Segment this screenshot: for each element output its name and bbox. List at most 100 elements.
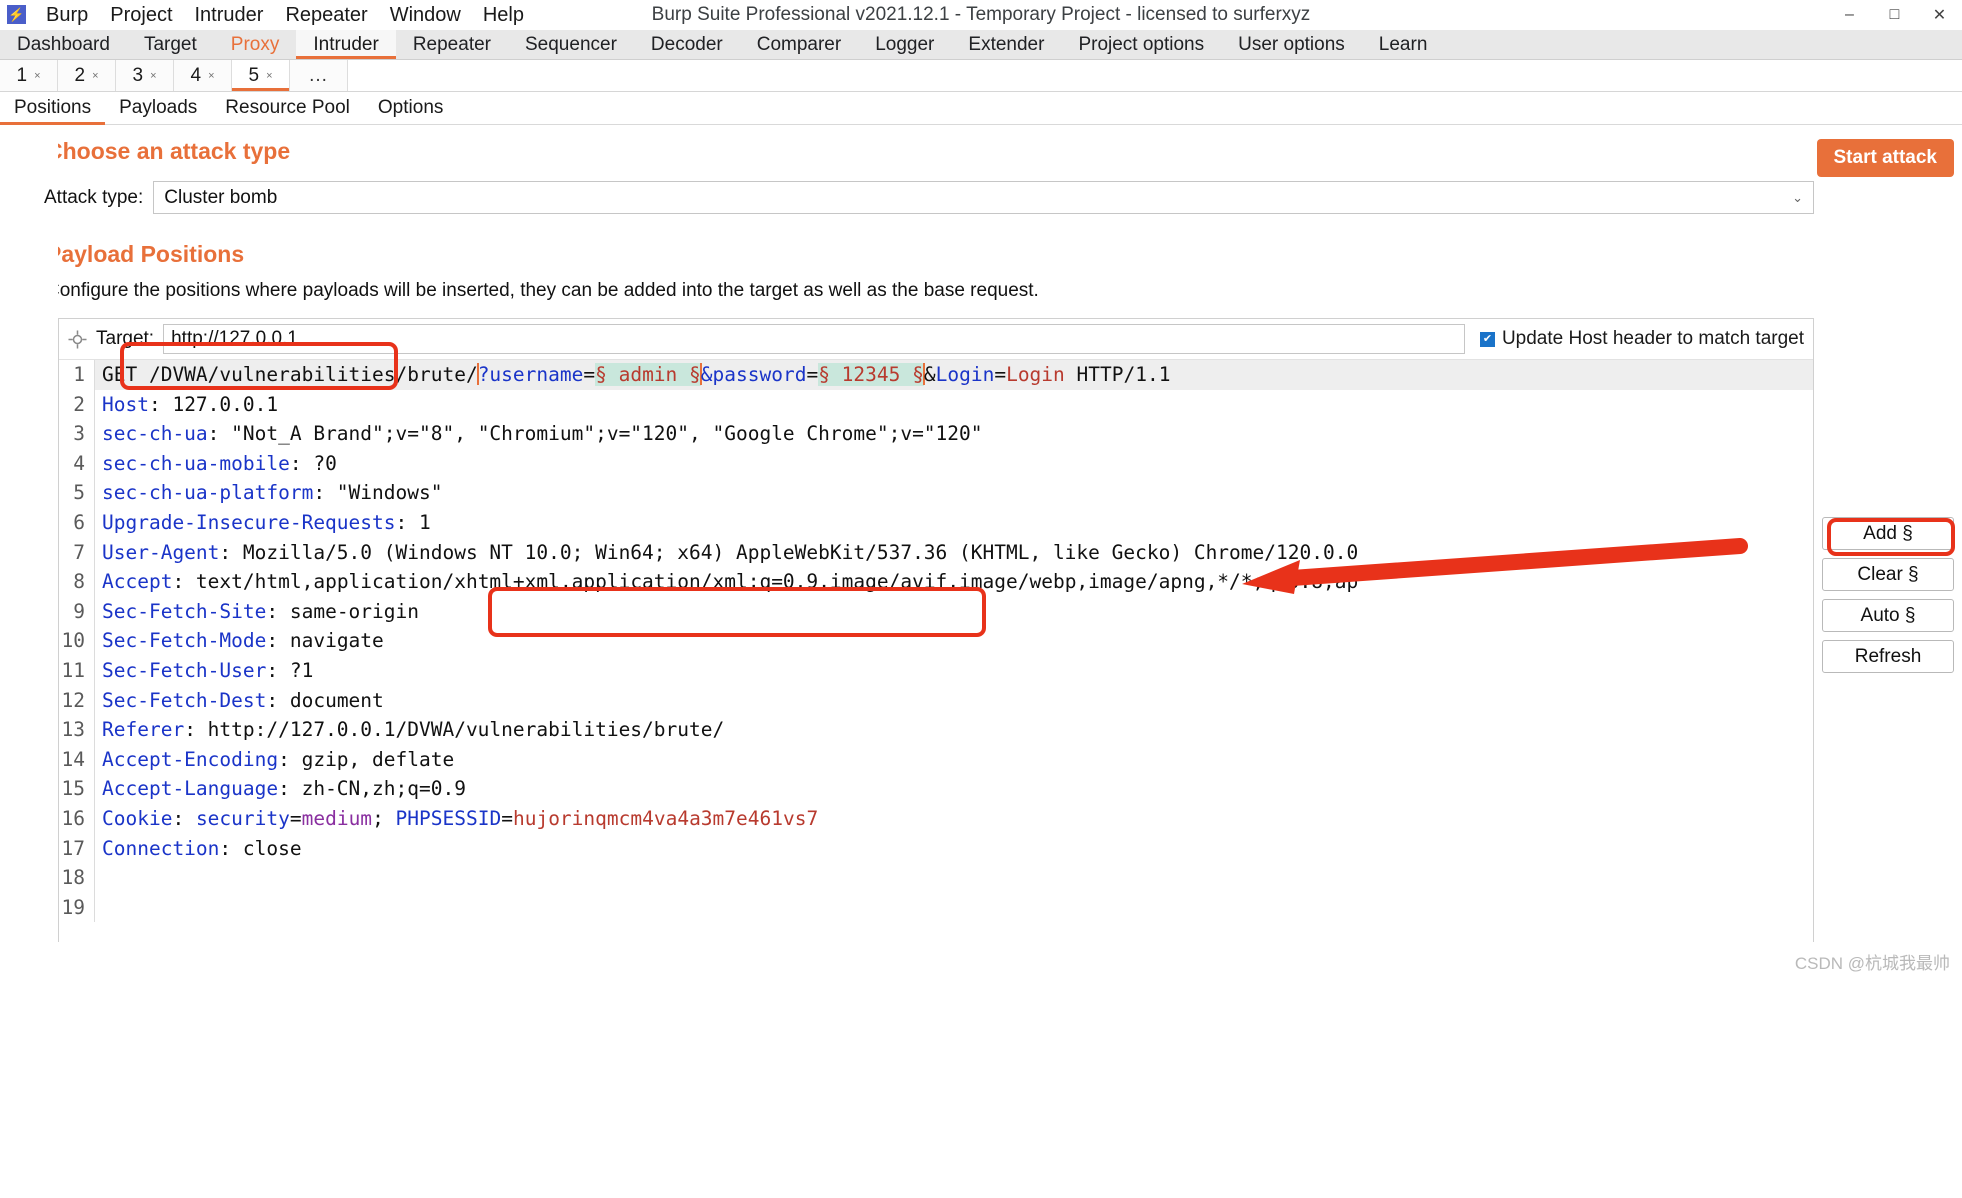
request-token: = — [289, 806, 302, 830]
clear-markers-button[interactable]: Clear § — [1822, 558, 1954, 591]
request-line-content: sec-ch-ua-platform: "Windows" — [95, 478, 1813, 508]
refresh-button[interactable]: Refresh — [1822, 640, 1954, 673]
request-token: & — [923, 363, 936, 386]
request-line: 14 Accept-Encoding: gzip, deflate — [59, 744, 1813, 775]
target-row: Target: http://127.0.0.1 ✔ Update Host h… — [59, 319, 1813, 360]
request-token: : ?1 — [266, 658, 314, 682]
main-tab-decoder[interactable]: Decoder — [634, 30, 740, 59]
request-token: : "Not_A Brand";v="8", "Chromium";v="120… — [207, 422, 983, 446]
main-tab-extender[interactable]: Extender — [951, 30, 1061, 59]
request-line: 8 Accept: text/html,application/xhtml+xml… — [59, 567, 1813, 597]
title-bar: ⚡ Burp Project Intruder Repeater Window … — [0, 0, 1962, 30]
main-tab-proxy[interactable]: Proxy — [214, 30, 297, 59]
request-token: = — [583, 363, 596, 386]
close-icon[interactable]: × — [92, 70, 98, 82]
close-icon[interactable]: ✕ — [1917, 0, 1962, 30]
line-number: 19 — [59, 892, 95, 923]
main-tab-logger[interactable]: Logger — [858, 30, 951, 59]
menu-item-window[interactable]: Window — [379, 0, 472, 30]
main-tab-comparer[interactable]: Comparer — [740, 30, 858, 59]
main-tab-project-options[interactable]: Project options — [1061, 30, 1221, 59]
payload-marker-buttons: Add § Clear § Auto § Refresh — [1822, 517, 1954, 673]
attack-tab-2[interactable]: 2 × — [58, 60, 116, 91]
maximize-icon[interactable]: □ — [1872, 0, 1917, 30]
start-attack-button[interactable]: Start attack — [1816, 139, 1954, 177]
menu-item-project[interactable]: Project — [99, 0, 183, 30]
attack-tab-4[interactable]: 4 × — [174, 60, 232, 91]
add-marker-button[interactable]: Add § — [1822, 517, 1954, 550]
request-line: 19 — [59, 892, 1813, 923]
minimize-icon[interactable]: – — [1827, 0, 1872, 30]
attack-tab-more[interactable]: ... — [290, 60, 348, 91]
request-editor[interactable]: 1 GET /DVWA/vulnerabilities/brute/?userna… — [59, 360, 1813, 980]
request-token: : 127.0.0.1 — [148, 392, 279, 416]
main-tab-intruder[interactable]: Intruder — [296, 30, 397, 59]
target-input[interactable]: http://127.0.0.1 — [163, 324, 1465, 354]
request-token: Host — [102, 392, 149, 416]
attack-type-row: Attack type: Cluster bomb ⌄ — [0, 181, 1962, 214]
request-line-content: Sec-Fetch-Site: same-origin — [95, 597, 1813, 627]
request-editor-container: Target: http://127.0.0.1 ✔ Update Host h… — [58, 318, 1814, 980]
line-number: 1 — [59, 360, 95, 390]
close-icon[interactable]: × — [208, 70, 214, 82]
close-icon[interactable]: × — [150, 70, 156, 82]
request-line: 1 GET /DVWA/vulnerabilities/brute/?userna… — [59, 360, 1813, 390]
attack-tab-3[interactable]: 3 × — [116, 60, 174, 91]
request-token: Connection — [102, 836, 220, 860]
request-token: Login — [935, 363, 995, 386]
line-number: 18 — [59, 863, 95, 893]
line-number: 9 — [59, 596, 95, 627]
request-token: PHPSESSID — [395, 806, 502, 830]
main-tab-repeater[interactable]: Repeater — [396, 30, 508, 59]
request-token: medium — [301, 806, 373, 830]
attack-tab-5[interactable]: 5 × — [232, 60, 290, 91]
request-line: 7 User-Agent: Mozilla/5.0 (Windows NT 10.… — [59, 537, 1813, 568]
line-number: 16 — [59, 803, 95, 834]
request-line-content: Referer: http://127.0.0.1/DVWA/vulnerabi… — [95, 715, 1813, 745]
request-token: : ?0 — [289, 451, 337, 475]
request-line-content: Connection: close — [95, 834, 1813, 864]
menu-item-burp[interactable]: Burp — [35, 0, 99, 30]
main-tab-user-options[interactable]: User options — [1221, 30, 1362, 59]
attack-tab-label: 2 — [74, 64, 86, 86]
request-token: : http://127.0.0.1/DVWA/vulnerabilities/… — [184, 718, 725, 742]
line-number: 8 — [59, 567, 95, 597]
sub-tab-resource-pool[interactable]: Resource Pool — [211, 92, 364, 124]
main-tab-learn[interactable]: Learn — [1362, 30, 1445, 59]
attack-tab-bar: 1 × 2 × 3 × 4 × 5 ×... — [0, 60, 1962, 92]
request-line-content: Upgrade-Insecure-Requests: 1 — [95, 508, 1813, 538]
update-host-header-checkbox[interactable]: ✔ Update Host header to match target — [1474, 328, 1804, 350]
request-token: : gzip, deflate — [278, 747, 455, 771]
sub-tab-payloads[interactable]: Payloads — [105, 92, 211, 124]
request-token: sec-ch-ua-platform — [102, 481, 314, 505]
request-token: Sec-Fetch-Mode — [102, 629, 267, 653]
checkbox-check-icon: ✔ — [1479, 331, 1495, 347]
request-token: : document — [266, 688, 384, 712]
request-line: 10 Sec-Fetch-Mode: navigate — [59, 626, 1813, 656]
request-token: Sec-Fetch-User — [102, 658, 267, 682]
menu-item-repeater[interactable]: Repeater — [274, 0, 378, 30]
menu-item-intruder[interactable]: Intruder — [184, 0, 275, 30]
auto-markers-button[interactable]: Auto § — [1822, 599, 1954, 632]
payload-positions-description: Configure the positions where payloads w… — [46, 280, 1039, 301]
close-icon[interactable]: × — [34, 70, 40, 82]
crosshair-icon — [68, 329, 87, 349]
sub-tab-bar: Positions Payloads Resource Pool Options — [0, 92, 1962, 125]
main-tab-target[interactable]: Target — [127, 30, 214, 59]
request-token: : text/html,application/xhtml+xml,applic… — [172, 570, 1359, 594]
request-line: 6 Upgrade-Insecure-Requests: 1 — [59, 507, 1813, 538]
attack-type-dropdown[interactable]: Cluster bomb ⌄ — [153, 181, 1814, 214]
sub-tab-options[interactable]: Options — [364, 92, 457, 124]
request-line-content: Cookie: security=medium; PHPSESSID=hujor… — [95, 804, 1813, 834]
request-token: = — [994, 363, 1007, 386]
main-tab-sequencer[interactable]: Sequencer — [508, 30, 634, 59]
request-line-content: Host: 127.0.0.1 — [95, 390, 1813, 420]
request-token: = — [501, 806, 513, 830]
burp-logo-icon: ⚡ — [7, 5, 26, 24]
main-tab-dashboard[interactable]: Dashboard — [0, 30, 127, 59]
attack-tab-1[interactable]: 1 × — [0, 60, 58, 91]
sub-tab-positions[interactable]: Positions — [0, 92, 106, 125]
close-icon[interactable]: × — [266, 70, 272, 82]
menu-item-help[interactable]: Help — [472, 0, 535, 30]
request-token: hujorinqmcm4va4a3m7e461vs7 — [512, 806, 819, 830]
